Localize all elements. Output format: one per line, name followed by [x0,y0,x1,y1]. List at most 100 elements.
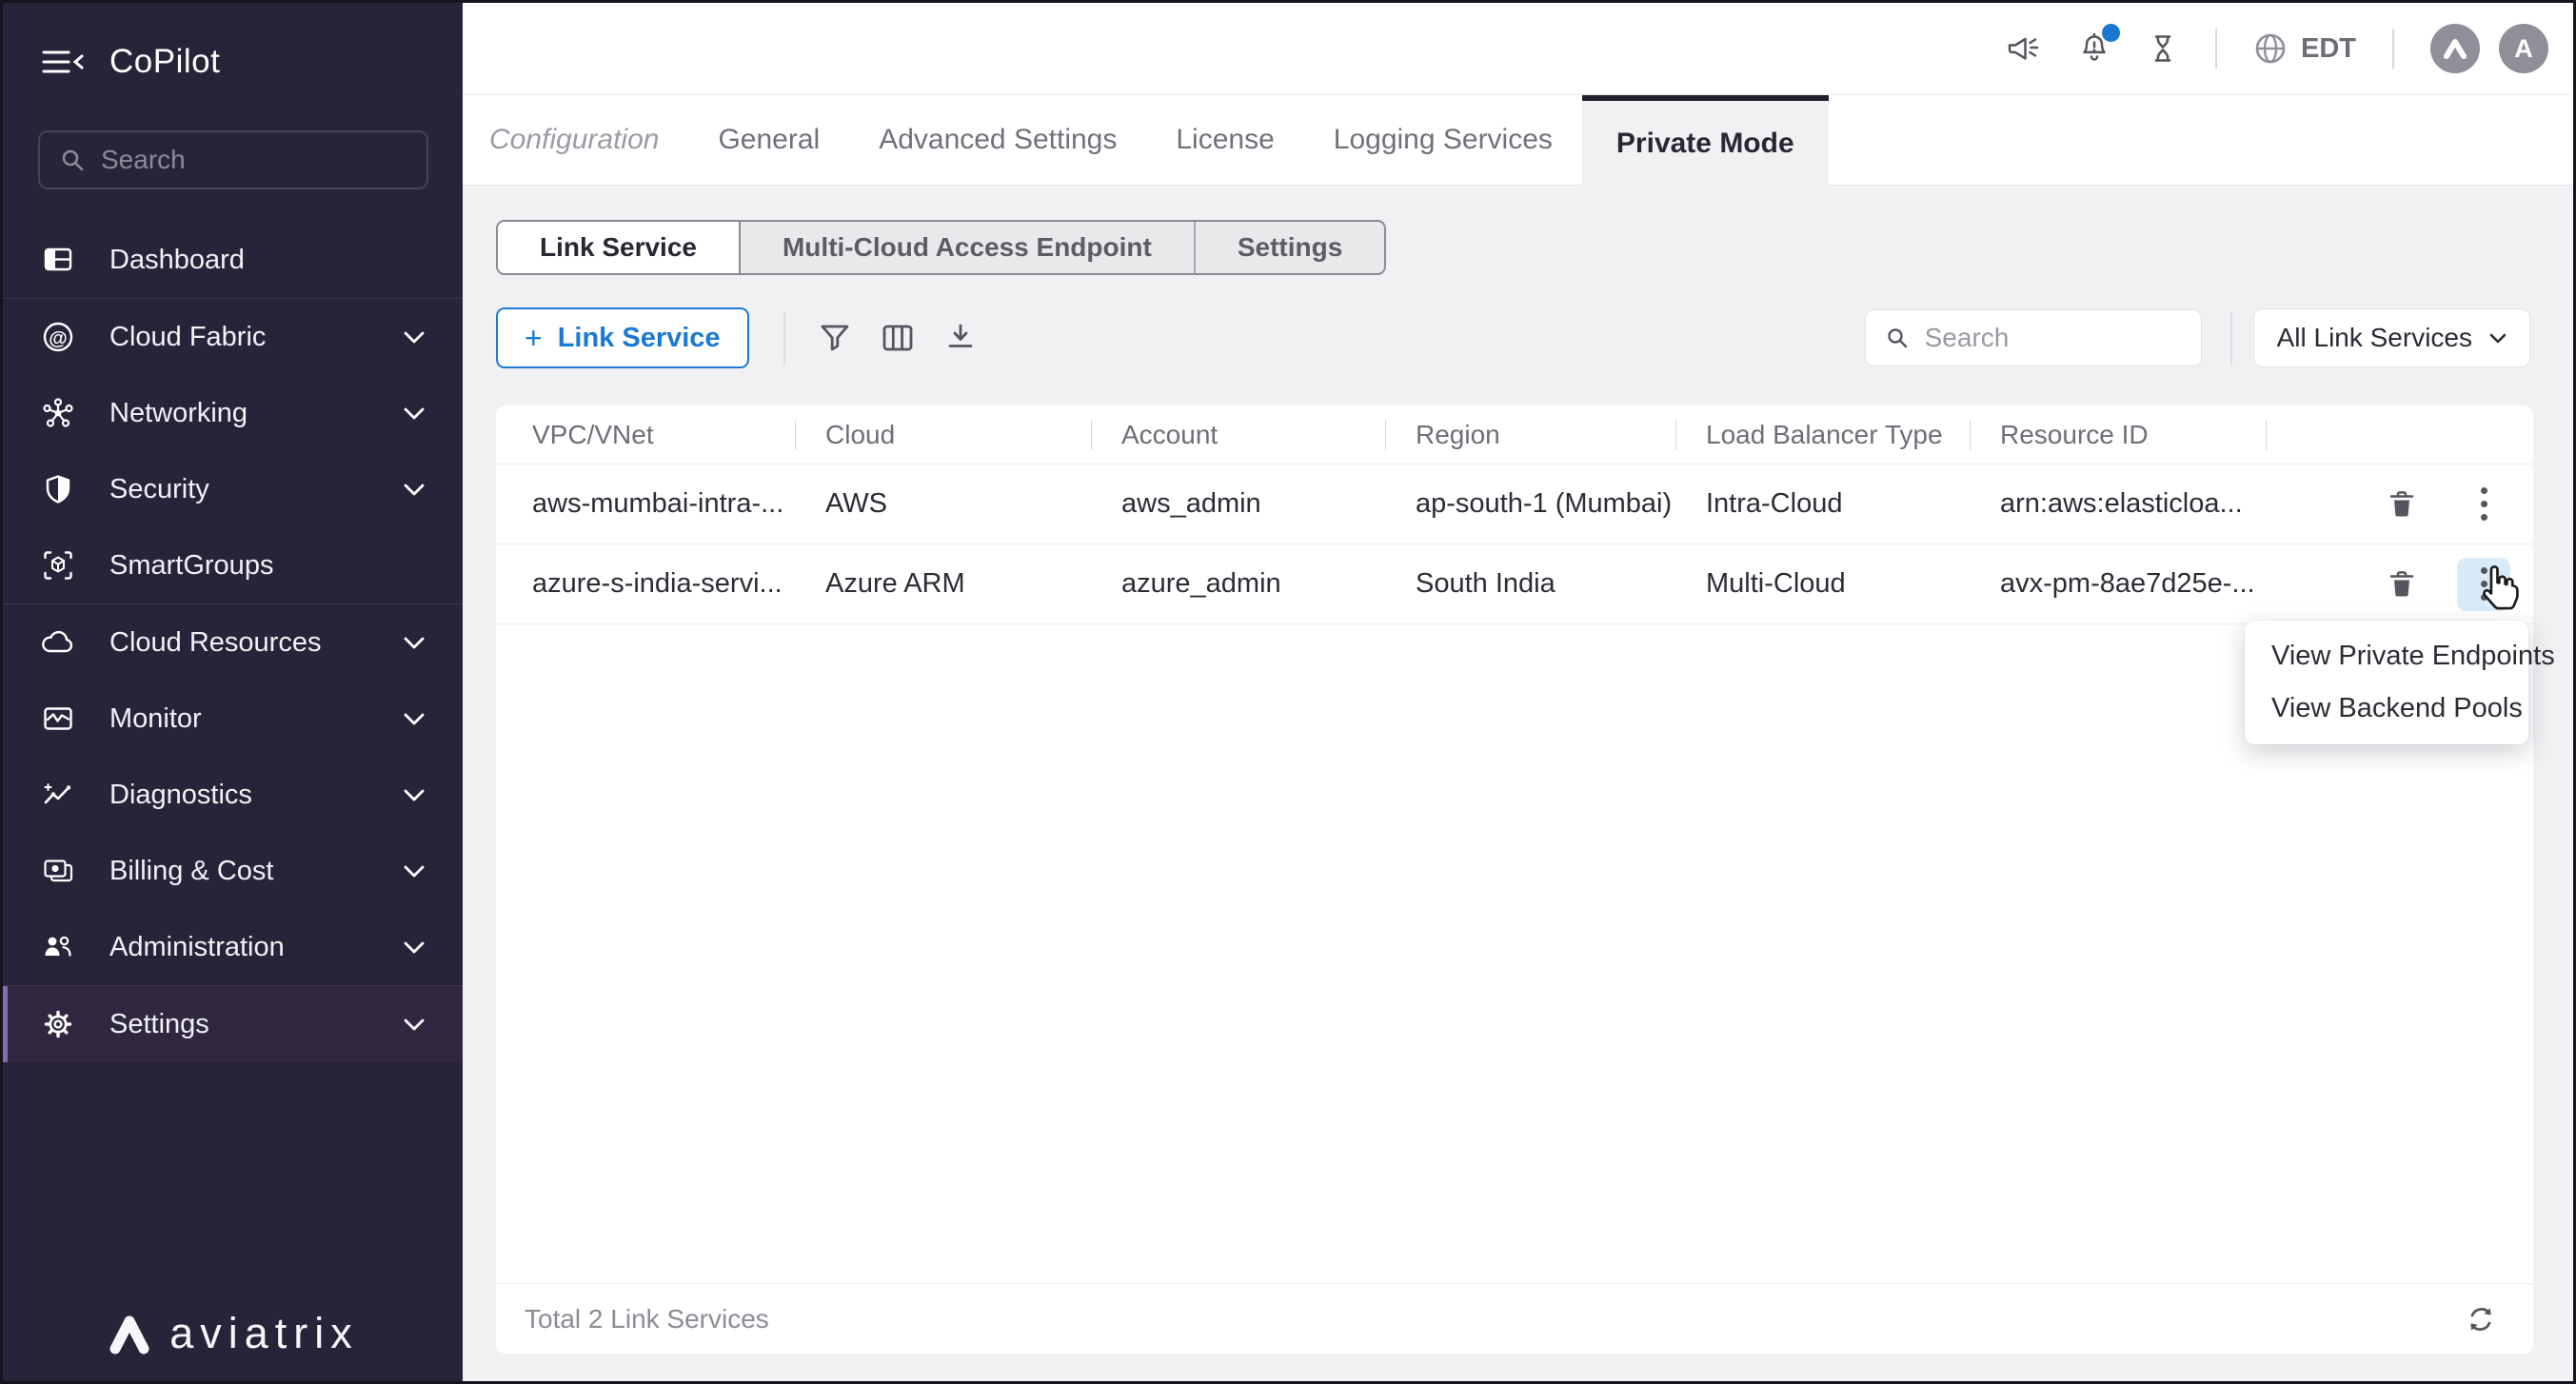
toolbar-right: All Link Services [1865,308,2530,367]
column-header-cloud[interactable]: Cloud [795,420,1091,450]
tab-general[interactable]: General [718,95,820,185]
sidebar-item-label: Diagnostics [109,780,252,811]
subtab-multi-cloud-access-endpoint[interactable]: Multi-Cloud Access Endpoint [741,222,1196,273]
sidebar-item-label: Billing & Cost [109,856,273,887]
chevron-down-icon [2489,333,2507,344]
sidebar-item-cloud-resources[interactable]: Cloud Resources [3,604,463,681]
sidebar-item-label: Networking [109,398,248,429]
subtab-link-service[interactable]: Link Service [498,222,741,273]
user-avatar[interactable]: A [2499,24,2548,73]
sidebar-search-input[interactable] [101,145,407,175]
sidebar-item-diagnostics[interactable]: Diagnostics [3,757,463,833]
add-link-service-label: Link Service [558,323,721,354]
settings-gear-icon [41,1008,75,1040]
globe-icon [2253,31,2288,66]
notification-badge [2102,24,2120,42]
download-icon[interactable] [943,322,978,354]
billing-card-icon [41,855,75,887]
tab-private-mode[interactable]: Private Mode [1582,95,1829,186]
cell-cloud: AWS [795,488,1091,520]
link-services-table: VPC/VNet Cloud Account Region Load Balan… [496,405,2533,1354]
table-toolbar: + Link Service [496,307,2530,368]
diagnostics-icon [41,779,75,811]
sidebar-item-label: Settings [109,1009,209,1040]
sidebar-collapse-icon[interactable] [41,46,85,78]
sidebar-item-monitor[interactable]: Monitor [3,681,463,757]
sidebar: CoPilot Dashboard @ Cloud Fabric [3,3,463,1381]
delete-icon[interactable] [2375,558,2428,611]
menu-item-view-private-endpoints[interactable]: View Private Endpoints [2245,630,2528,682]
topbar-divider [2215,29,2217,69]
cell-vpc-vnet: aws-mumbai-intra-... [496,488,795,520]
cell-region: South India [1385,568,1675,600]
table-row[interactable]: azure-s-india-servi... Azure ARM azure_a… [496,544,2533,624]
chevron-down-icon [404,637,425,649]
tab-logging-services[interactable]: Logging Services [1334,95,1553,185]
cell-region: ap-south-1 (Mumbai) [1385,488,1675,520]
sidebar-item-security[interactable]: Security [3,451,463,527]
subtab-settings[interactable]: Settings [1196,222,1384,273]
breadcrumb-configuration: Configuration [489,95,659,185]
monitor-icon [41,702,75,735]
administration-users-icon [41,931,75,963]
column-header-vpc-vnet[interactable]: VPC/VNet [496,420,795,450]
sidebar-item-billing-cost[interactable]: Billing & Cost [3,833,463,909]
column-header-account[interactable]: Account [1091,420,1385,450]
user-avatar-initial: A [2514,34,2533,64]
row-menu-kebab-icon-active[interactable] [2457,558,2510,611]
sidebar-item-cloud-fabric[interactable]: @ Cloud Fabric [3,299,463,375]
sidebar-item-dashboard[interactable]: Dashboard [3,222,463,298]
cloud-icon [41,626,75,659]
cell-resource-id: avx-pm-8ae7d25e-... [1970,568,2266,600]
chevron-down-icon [404,407,425,420]
sidebar-item-label: Dashboard [109,245,245,276]
notifications-bell-icon[interactable] [2078,31,2110,66]
link-services-filter-dropdown[interactable]: All Link Services [2253,308,2530,367]
column-header-region[interactable]: Region [1385,420,1675,450]
tab-license[interactable]: License [1176,95,1274,185]
sidebar-nav: Dashboard @ Cloud Fabric [3,222,463,1062]
filter-dropdown-value: All Link Services [2277,323,2472,353]
plus-icon: + [525,321,543,356]
app-title: CoPilot [109,43,220,81]
sidebar-item-label: Cloud Fabric [109,322,266,353]
refresh-icon[interactable] [2463,1301,2499,1337]
sidebar-item-smartgroups[interactable]: SmartGroups [3,527,463,603]
chevron-down-icon [404,331,425,344]
sidebar-item-administration[interactable]: Administration [3,909,463,985]
cell-account: aws_admin [1091,488,1385,520]
sidebar-search[interactable] [38,130,428,189]
copilot-window: CoPilot Dashboard @ Cloud Fabric [0,0,2576,1384]
announcement-icon[interactable] [2006,32,2042,65]
column-header-resource-id[interactable]: Resource ID [1970,420,2266,450]
add-link-service-button[interactable]: + Link Service [496,307,749,368]
table-footer: Total 2 Link Services [496,1283,2533,1354]
timezone-indicator[interactable]: EDT [2253,31,2356,66]
column-header-load-balancer-type[interactable]: Load Balancer Type [1675,420,1970,450]
subtab-group: Link Service Multi-Cloud Access Endpoint… [496,220,1386,275]
networking-icon [41,397,75,429]
hourglass-icon[interactable] [2147,32,2179,65]
table-row[interactable]: aws-mumbai-intra-... AWS aws_admin ap-so… [496,465,2533,544]
row-context-menu: View Private Endpoints View Backend Pool… [2245,621,2528,744]
table-search-input[interactable] [1925,323,2182,353]
security-shield-icon [41,473,75,505]
delete-icon[interactable] [2375,478,2428,531]
timezone-label: EDT [2301,33,2356,65]
menu-item-view-backend-pools[interactable]: View Backend Pools [2245,682,2528,735]
table-search[interactable] [1865,309,2202,366]
sidebar-item-networking[interactable]: Networking [3,375,463,451]
toolbar-divider [2230,311,2232,365]
org-avatar[interactable] [2430,24,2480,73]
cell-load-balancer-type: Multi-Cloud [1675,568,1970,600]
chevron-down-icon [404,1018,425,1031]
topbar-divider [2392,29,2394,69]
svg-text:@: @ [49,328,68,349]
sidebar-item-label: Monitor [109,703,202,735]
chevron-down-icon [404,865,425,878]
sidebar-item-settings[interactable]: Settings [3,986,463,1062]
columns-icon[interactable] [881,322,915,354]
tab-advanced-settings[interactable]: Advanced Settings [879,95,1117,185]
row-menu-kebab-icon[interactable] [2457,478,2510,531]
filter-icon[interactable] [818,322,852,354]
